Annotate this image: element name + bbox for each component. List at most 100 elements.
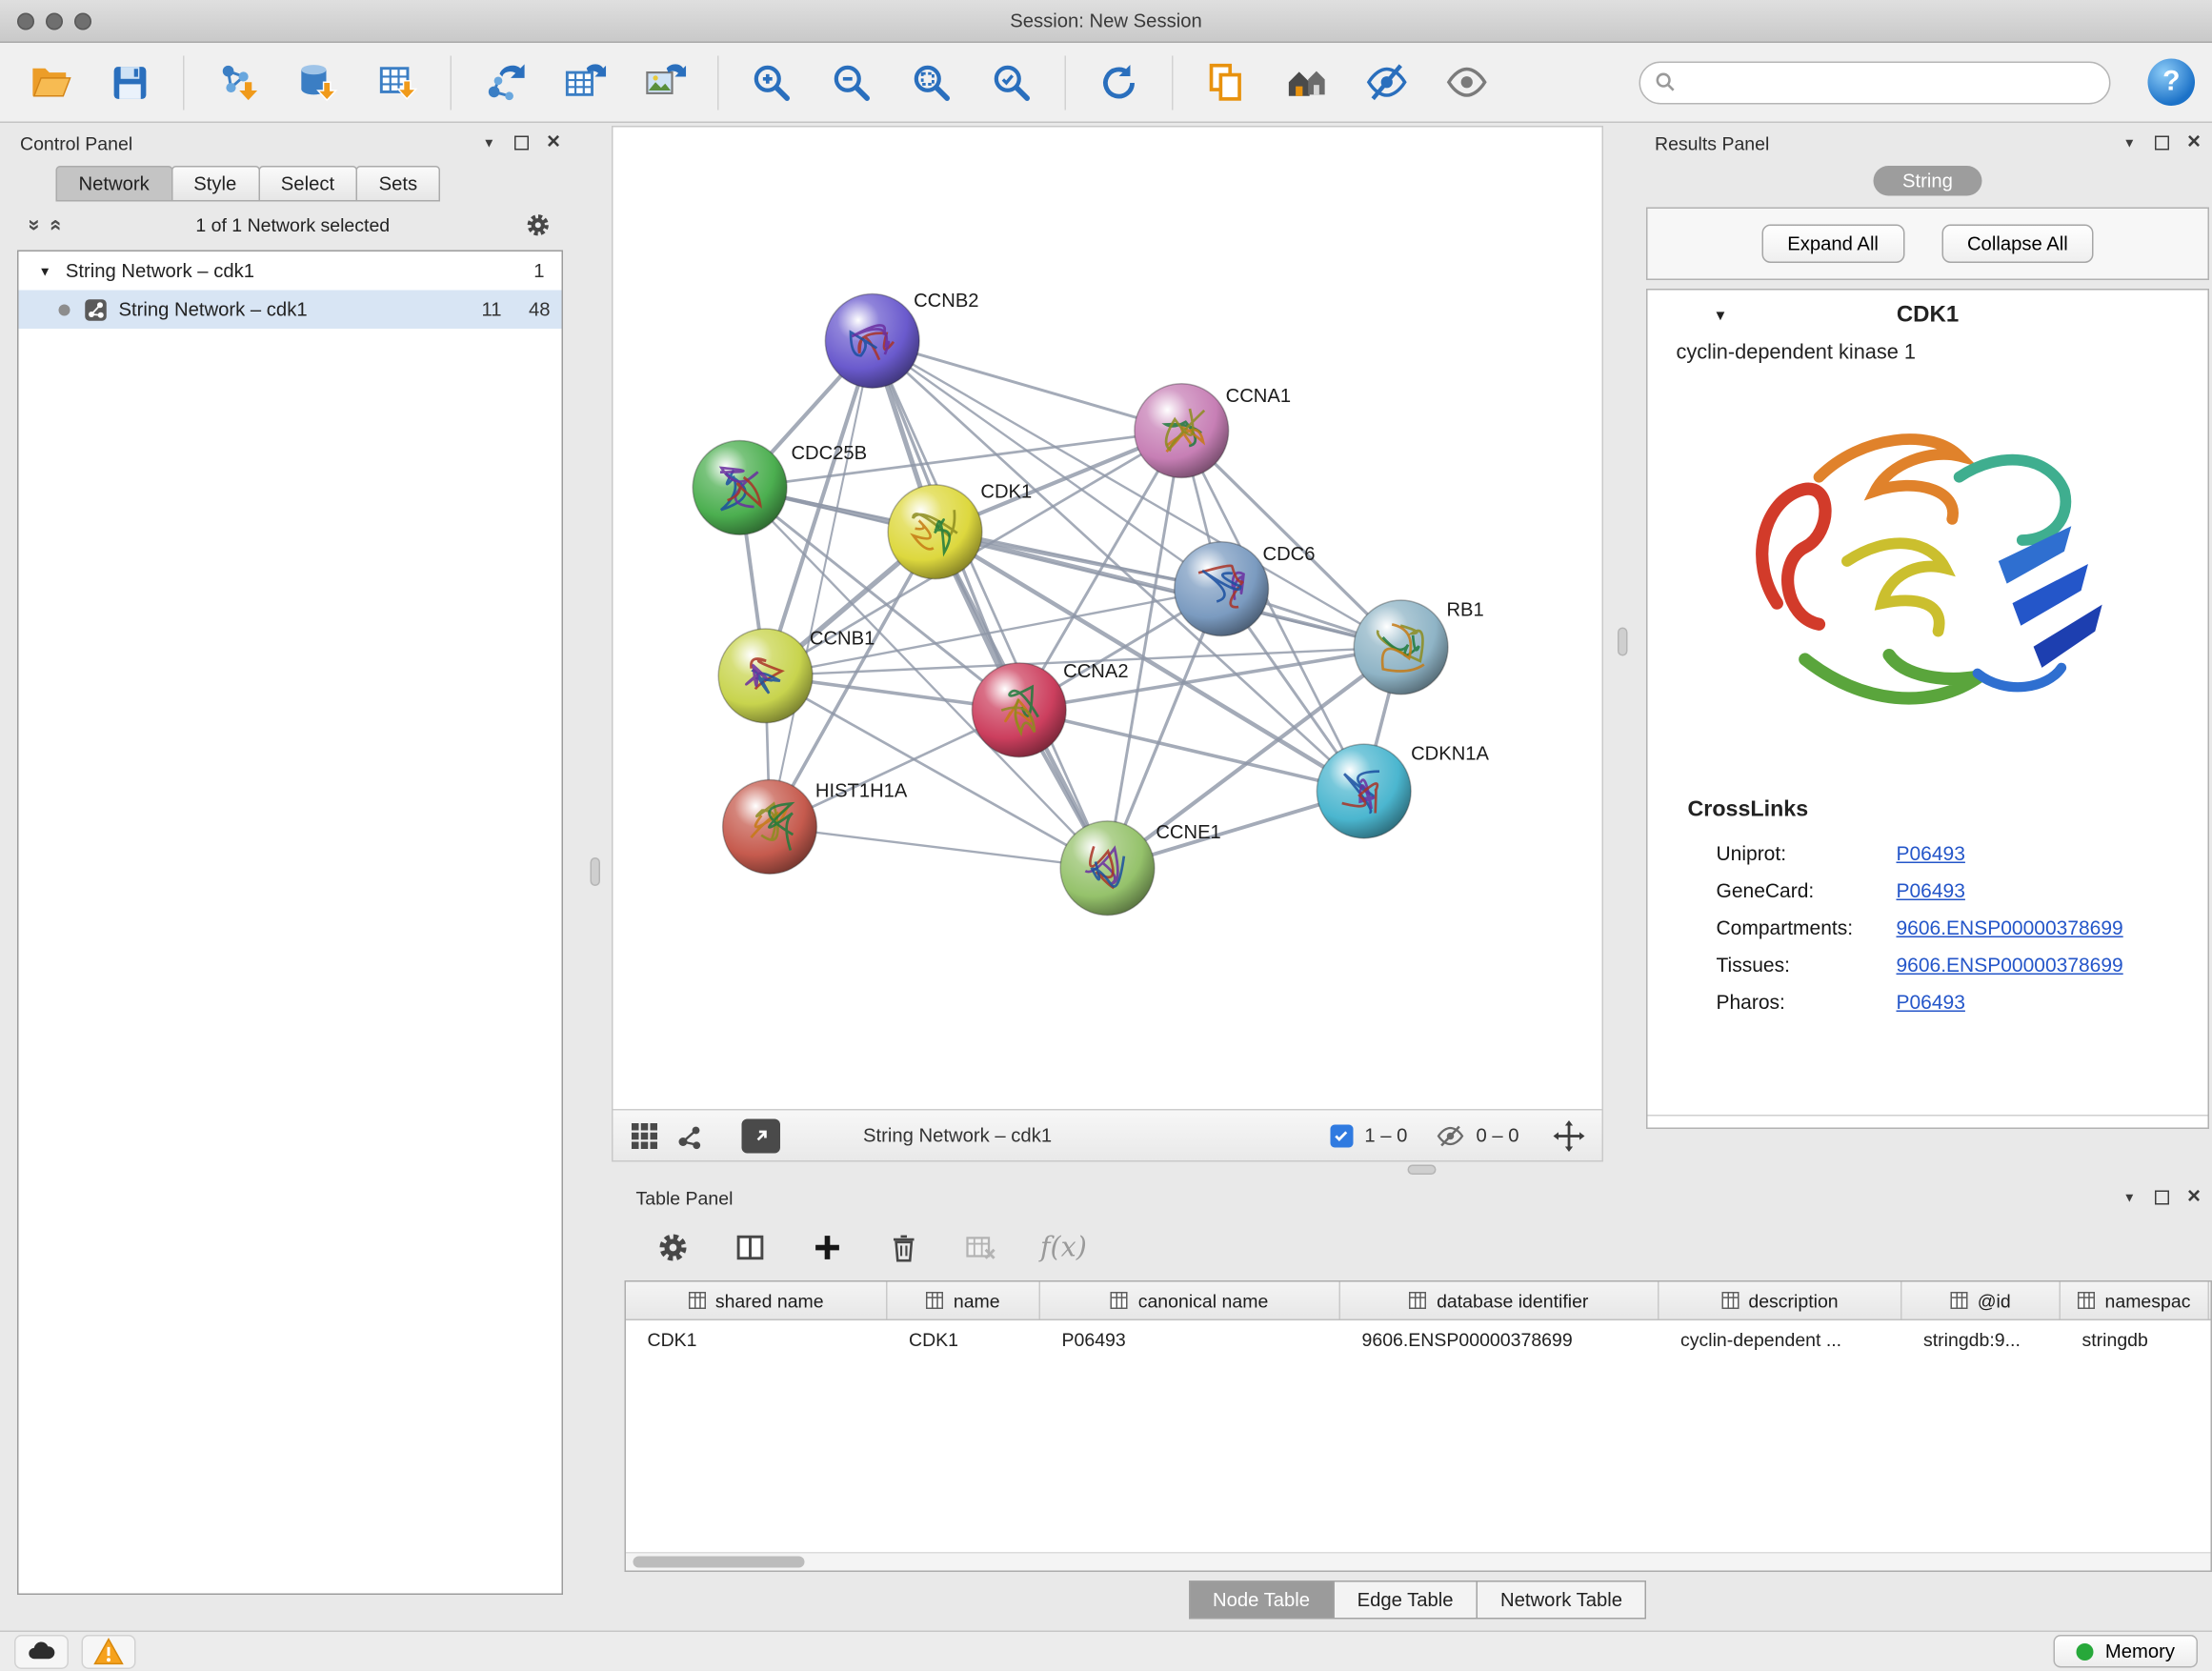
- add-column-button[interactable]: [811, 1231, 845, 1265]
- memory-button[interactable]: Memory: [2054, 1635, 2198, 1668]
- export-image-button[interactable]: [632, 50, 697, 113]
- network-node-ccne1[interactable]: CCNE1: [1060, 821, 1221, 916]
- network-node-ccnb2[interactable]: CCNB2: [825, 291, 978, 388]
- network-node-ccna1[interactable]: CCNA1: [1135, 384, 1291, 478]
- delete-column-button[interactable]: [888, 1231, 921, 1264]
- column-header-shared-name[interactable]: shared name: [626, 1282, 888, 1319]
- zoom-fit-button[interactable]: [899, 50, 965, 113]
- table-settings-button[interactable]: [656, 1231, 691, 1265]
- table-cell[interactable]: 9606.ENSP00000378699: [1340, 1328, 1659, 1350]
- splitter-grip-bottom[interactable]: [1408, 1165, 1437, 1176]
- export-table-button[interactable]: [552, 50, 617, 113]
- zoom-out-button[interactable]: [819, 50, 885, 113]
- import-network-file-button[interactable]: [205, 50, 271, 113]
- table-cell[interactable]: stringdb:9...: [1902, 1328, 2061, 1350]
- search-input[interactable]: [1686, 71, 2095, 93]
- column-header-namespac[interactable]: namespac: [2061, 1282, 2209, 1319]
- close-window-button[interactable]: [17, 12, 34, 30]
- horizontal-scrollbar[interactable]: [626, 1552, 2211, 1571]
- scrollbar-thumb[interactable]: [633, 1557, 805, 1568]
- overview-button[interactable]: [1274, 50, 1339, 113]
- network-node-cdkn1a[interactable]: CDKN1A: [1317, 744, 1489, 838]
- panel-menu-icon[interactable]: ▼: [2123, 1191, 2136, 1205]
- save-session-button[interactable]: [97, 50, 163, 113]
- network-row-selected[interactable]: String Network – cdk1 11 48: [19, 291, 562, 330]
- column-header-database-identifier[interactable]: database identifier: [1340, 1282, 1659, 1319]
- function-builder-button[interactable]: f(x): [1040, 1232, 1087, 1263]
- zoom-selected-button[interactable]: [979, 50, 1045, 113]
- table-cell[interactable]: cyclin-dependent ...: [1659, 1328, 1902, 1350]
- help-button[interactable]: ?: [2148, 59, 2196, 107]
- network-edge-ccnb2-ccna1[interactable]: [873, 341, 1182, 431]
- panel-menu-icon[interactable]: ▼: [483, 136, 495, 151]
- pan-tool-button[interactable]: [1554, 1119, 1585, 1151]
- tab-select[interactable]: Select: [258, 166, 357, 202]
- export-network-button[interactable]: [472, 50, 537, 113]
- open-session-button[interactable]: [17, 50, 83, 113]
- table-cell[interactable]: CDK1: [626, 1328, 888, 1350]
- network-collection-row[interactable]: ▼ String Network – cdk1 1: [19, 252, 562, 291]
- zoom-in-button[interactable]: [739, 50, 805, 113]
- cloud-status-button[interactable]: [14, 1635, 69, 1669]
- copy-annotation-button[interactable]: [1194, 50, 1259, 113]
- collapse-all-networks-icon[interactable]: »: [43, 218, 68, 231]
- table-cell[interactable]: stringdb: [2061, 1328, 2209, 1350]
- grid-view-button[interactable]: [631, 1121, 659, 1150]
- network-canvas[interactable]: CCNB2CCNA1CDC25BCDK1CDC6RB1CCNB1CCNA2CDK…: [613, 128, 1602, 1110]
- network-edge-ccna2-cdkn1a[interactable]: [1019, 710, 1364, 791]
- crosslink-value-link[interactable]: P06493: [1897, 991, 1965, 1014]
- selected-checkbox-icon[interactable]: [1330, 1124, 1353, 1147]
- network-node-ccnb1[interactable]: CCNB1: [718, 628, 875, 722]
- network-node-hist1h1a[interactable]: HIST1H1A: [723, 780, 908, 875]
- expand-all-button[interactable]: Expand All: [1761, 225, 1904, 264]
- show-columns-button[interactable]: [734, 1231, 768, 1265]
- network-edge-hist1h1a-ccne1[interactable]: [770, 827, 1107, 868]
- gear-icon[interactable]: [525, 211, 553, 238]
- string-tab-badge[interactable]: String: [1874, 166, 1981, 196]
- fit-content-dark-button[interactable]: [742, 1118, 781, 1153]
- crosslink-value-link[interactable]: 9606.ENSP00000378699: [1897, 916, 2123, 939]
- column-header-name[interactable]: name: [888, 1282, 1041, 1319]
- network-edge-ccnb2-hist1h1a[interactable]: [770, 341, 873, 827]
- tab-node-table[interactable]: Node Table: [1188, 1580, 1334, 1619]
- splitter-grip-left[interactable]: [591, 857, 601, 886]
- crosslink-value-link[interactable]: P06493: [1897, 879, 1965, 902]
- collapse-section-icon[interactable]: ▼: [1714, 308, 1728, 324]
- network-edge-ccnb2-ccne1[interactable]: [873, 341, 1108, 868]
- float-panel-icon[interactable]: [2154, 136, 2168, 151]
- table-cell[interactable]: P06493: [1040, 1328, 1340, 1350]
- hide-selected-button[interactable]: [1354, 50, 1419, 113]
- column-header-description[interactable]: description: [1659, 1282, 1902, 1319]
- minimize-window-button[interactable]: [46, 12, 63, 30]
- collapse-triangle-icon[interactable]: ▼: [39, 264, 51, 278]
- import-network-database-button[interactable]: [285, 50, 351, 113]
- column-header-canonical-name[interactable]: canonical name: [1040, 1282, 1340, 1319]
- tab-style[interactable]: Style: [171, 166, 259, 202]
- import-table-button[interactable]: [365, 50, 431, 113]
- tab-network-table[interactable]: Network Table: [1477, 1580, 1647, 1619]
- tab-edge-table[interactable]: Edge Table: [1333, 1580, 1478, 1619]
- delete-table-button[interactable]: [963, 1231, 997, 1265]
- float-panel-icon[interactable]: [513, 136, 528, 151]
- show-all-button[interactable]: [1434, 50, 1499, 113]
- network-style-button[interactable]: [676, 1121, 705, 1150]
- collapse-all-button[interactable]: Collapse All: [1941, 225, 2094, 264]
- search-box[interactable]: [1639, 61, 2111, 104]
- refresh-button[interactable]: [1086, 50, 1152, 113]
- close-panel-icon[interactable]: ×: [2187, 1191, 2201, 1205]
- network-node-rb1[interactable]: RB1: [1354, 600, 1484, 695]
- splitter-grip-right[interactable]: [1618, 628, 1628, 656]
- tab-sets[interactable]: Sets: [356, 166, 441, 202]
- network-node-ccna2[interactable]: CCNA2: [972, 661, 1128, 757]
- float-panel-icon[interactable]: [2154, 1191, 2168, 1205]
- table-cell[interactable]: CDK1: [888, 1328, 1041, 1350]
- close-panel-icon[interactable]: ×: [547, 136, 560, 151]
- warnings-button[interactable]: [82, 1635, 136, 1669]
- crosslink-value-link[interactable]: P06493: [1897, 842, 1965, 865]
- panel-menu-icon[interactable]: ▼: [2123, 136, 2136, 151]
- table-row[interactable]: CDK1CDK1P064939606.ENSP00000378699cyclin…: [626, 1320, 2211, 1358]
- crosslink-value-link[interactable]: 9606.ENSP00000378699: [1897, 954, 2123, 976]
- tab-network[interactable]: Network: [56, 166, 172, 202]
- maximize-window-button[interactable]: [74, 12, 91, 30]
- column-header--id[interactable]: @id: [1902, 1282, 2061, 1319]
